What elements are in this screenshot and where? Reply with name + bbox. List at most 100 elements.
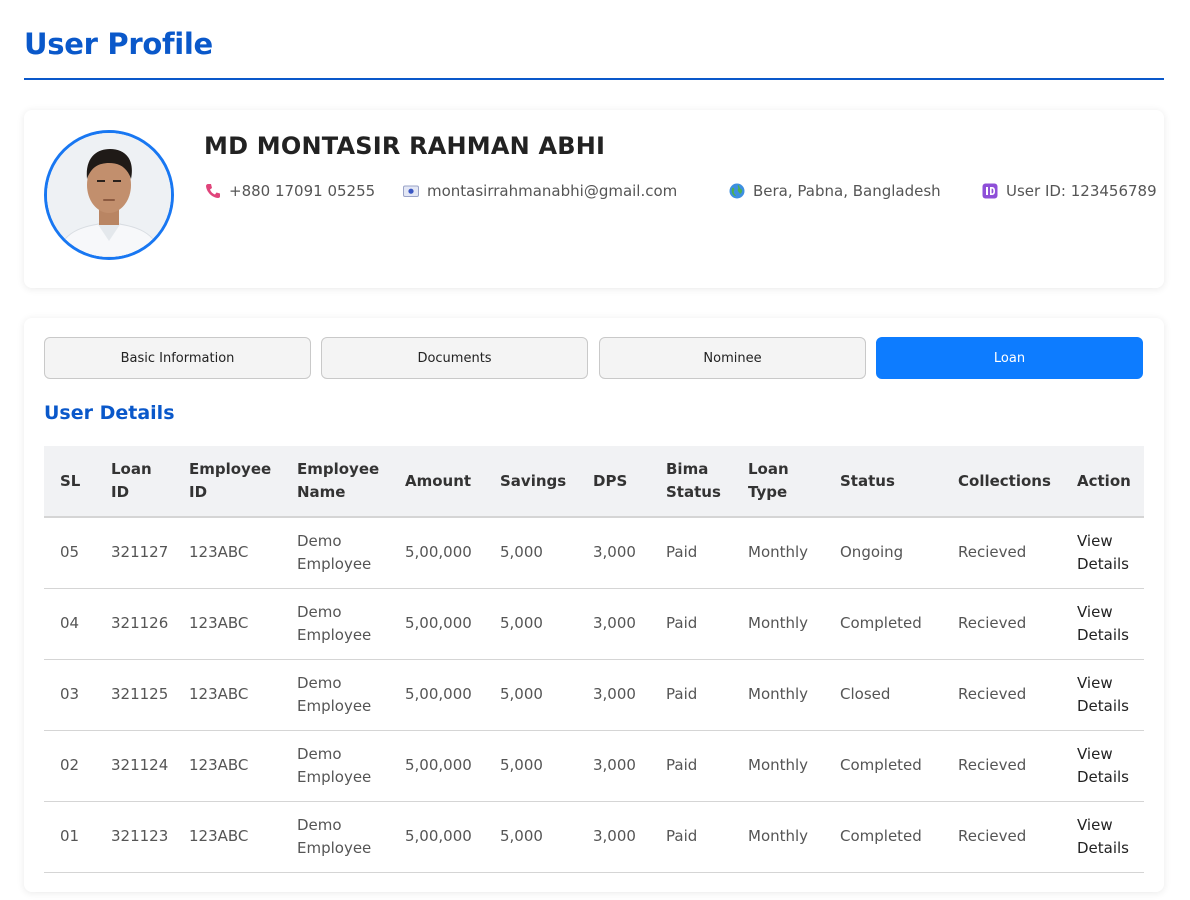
user-id-text: User ID: 123456789 — [1006, 182, 1157, 200]
cell-sl: 02 — [60, 756, 80, 774]
phone-number: +880 17091 05255 — [229, 182, 376, 200]
cell-bima-status: Paid — [666, 685, 698, 703]
cell-status: Completed — [840, 614, 922, 632]
table-row: 04 321126 123ABC Demo Employee 5,00,000 … — [44, 588, 1144, 659]
globe-icon — [728, 182, 746, 200]
cell-status: Completed — [840, 827, 922, 845]
cell-sl: 03 — [60, 685, 80, 703]
view-details-link[interactable]: View Details — [1061, 517, 1144, 588]
cell-dps: 3,000 — [593, 543, 636, 562]
table-row: 02 321124 123ABC Demo Employee 5,00,000 … — [44, 730, 1144, 801]
cell-collections: Recieved — [958, 827, 1027, 845]
cell-employee-id: 123ABC — [189, 827, 249, 845]
cell-amount: 5,00,000 — [405, 756, 472, 774]
cell-bima-status: Paid — [666, 756, 698, 774]
cell-savings: 5,000 — [500, 685, 543, 703]
profile-name: MD MONTASIR RAHMAN ABHI — [204, 132, 606, 160]
cell-amount: 5,00,000 — [405, 543, 472, 562]
column-header: Collections — [942, 446, 1061, 518]
cell-savings: 5,000 — [500, 827, 543, 845]
cell-dps: 3,000 — [593, 827, 636, 845]
view-details-link[interactable]: View Details — [1061, 588, 1144, 659]
table-row: 01 321123 123ABC Demo Employee 5,00,000 … — [44, 801, 1144, 872]
tab-loan[interactable]: Loan — [876, 337, 1143, 379]
cell-bima-status: Paid — [666, 827, 698, 845]
section-title: User Details — [44, 402, 175, 424]
cell-collections: Recieved — [958, 543, 1027, 562]
cell-collections: Recieved — [958, 685, 1027, 703]
cell-employee-name: Demo Employee — [297, 815, 372, 857]
cell-bima-status: Paid — [666, 614, 698, 632]
table-row: 05 321127 123ABC Demo Employee 5,00,000 … — [44, 517, 1144, 588]
cell-employee-id: 123ABC — [189, 614, 249, 632]
cell-loan-id: 321127 — [111, 543, 169, 562]
column-header: Employee ID — [173, 446, 281, 518]
table-header-row: SL Loan ID Employee ID Employee Name Amo… — [44, 446, 1144, 518]
cell-dps: 3,000 — [593, 614, 636, 632]
cell-collections: Recieved — [958, 756, 1027, 774]
cell-amount: 5,00,000 — [405, 685, 472, 703]
tab-bar: Basic Information Documents Nominee Loan — [44, 337, 1144, 379]
page-header: User Profile — [24, 24, 1164, 80]
profile-card: MD MONTASIR RAHMAN ABHI +880 17091 05255… — [24, 110, 1164, 288]
phone-icon — [204, 182, 222, 200]
column-header: SL — [44, 446, 95, 518]
cell-status: Ongoing — [840, 543, 904, 562]
cell-loan-id: 321124 — [111, 756, 169, 774]
column-header: Bima Status — [650, 446, 732, 518]
view-details-link[interactable]: View Details — [1061, 801, 1144, 872]
cell-amount: 5,00,000 — [405, 827, 472, 845]
cell-employee-name: Demo Employee — [297, 602, 372, 644]
cell-loan-type: Monthly — [748, 614, 809, 632]
email-address: montasirrahmanabhi@gmail.com — [427, 182, 678, 200]
cell-loan-id: 321125 — [111, 685, 169, 703]
cell-employee-id: 123ABC — [189, 685, 249, 703]
cell-sl: 05 — [60, 543, 80, 562]
column-header: Loan Type — [732, 446, 824, 518]
loan-table: SL Loan ID Employee ID Employee Name Amo… — [44, 446, 1144, 873]
tab-documents[interactable]: Documents — [321, 337, 588, 379]
cell-employee-name: Demo Employee — [297, 531, 372, 573]
cell-savings: 5,000 — [500, 756, 543, 774]
tab-nominee[interactable]: Nominee — [599, 337, 866, 379]
cell-employee-name: Demo Employee — [297, 673, 372, 715]
cell-loan-type: Monthly — [748, 756, 809, 774]
column-header: Action — [1061, 446, 1144, 518]
cell-employee-id: 123ABC — [189, 756, 249, 774]
location-contact: Bera, Pabna, Bangladesh — [728, 180, 941, 202]
cell-loan-type: Monthly — [748, 827, 809, 845]
cell-status: Closed — [840, 685, 891, 703]
cell-dps: 3,000 — [593, 756, 636, 774]
avatar — [44, 130, 174, 260]
content-card: Basic Information Documents Nominee Loan… — [24, 318, 1164, 892]
phone-contact[interactable]: +880 17091 05255 — [204, 180, 375, 202]
column-header: Savings — [484, 446, 577, 518]
column-header: DPS — [577, 446, 650, 518]
cell-status: Completed — [840, 756, 922, 774]
cell-loan-type: Monthly — [748, 543, 809, 562]
cell-savings: 5,000 — [500, 543, 543, 562]
cell-sl: 04 — [60, 614, 80, 632]
cell-employee-id: 123ABC — [189, 543, 249, 562]
column-header: Amount — [389, 446, 484, 518]
user-id-contact: User ID: 123456789 — [981, 180, 1157, 202]
view-details-link[interactable]: View Details — [1061, 659, 1144, 730]
column-header: Employee Name — [281, 446, 389, 518]
email-contact[interactable]: montasirrahmanabhi@gmail.com — [402, 180, 677, 202]
cell-dps: 3,000 — [593, 685, 636, 703]
email-icon — [402, 182, 420, 200]
id-badge-icon — [981, 182, 999, 200]
page-title: User Profile — [24, 27, 213, 61]
cell-employee-name: Demo Employee — [297, 744, 372, 786]
view-details-link[interactable]: View Details — [1061, 730, 1144, 801]
column-header: Status — [824, 446, 942, 518]
cell-loan-id: 321126 — [111, 614, 169, 632]
contact-info: +880 17091 05255 montasirrahmanabhi@gmai… — [204, 180, 1157, 202]
column-header: Loan ID — [95, 446, 173, 518]
tab-basic-information[interactable]: Basic Information — [44, 337, 311, 379]
table-row: 03 321125 123ABC Demo Employee 5,00,000 … — [44, 659, 1144, 730]
location-text: Bera, Pabna, Bangladesh — [753, 182, 941, 200]
cell-bima-status: Paid — [666, 543, 698, 562]
cell-loan-type: Monthly — [748, 685, 809, 703]
cell-loan-id: 321123 — [111, 827, 169, 845]
